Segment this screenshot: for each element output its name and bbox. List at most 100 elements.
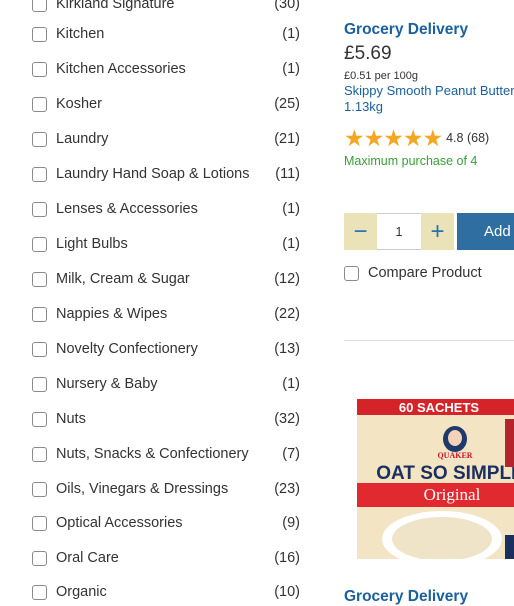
facet-label: Lenses & Accessories: [56, 201, 198, 217]
facet-label: Optical Accessories: [56, 515, 183, 531]
oat-so-simple-box-image: 60 SACHETS QUAKER OAT SO SIMPLE Original: [357, 399, 514, 559]
facet-checkbox[interactable]: [32, 96, 47, 112]
facet-label: Nuts, Snacks & Confectionery: [56, 446, 249, 462]
facet-item[interactable]: Nursery & Baby (1): [32, 372, 300, 396]
facet-count: (16): [274, 550, 300, 566]
facet-label: Light Bulbs: [56, 236, 128, 252]
star-rating-icon: ★★★★★: [344, 125, 443, 151]
facet-item[interactable]: Kitchen (1): [32, 22, 300, 46]
product-title-link[interactable]: Skippy Smooth Peanut Butter 1.13kg: [344, 83, 514, 115]
facet-label: Oral Care: [56, 550, 119, 566]
facet-item[interactable]: Optical Accessories (9): [32, 511, 300, 535]
facet-item[interactable]: Milk, Cream & Sugar (12): [32, 267, 300, 291]
facet-checkbox[interactable]: [32, 550, 47, 566]
facet-count: (21): [274, 131, 300, 147]
product-image[interactable]: 60 SACHETS QUAKER OAT SO SIMPLE Original: [357, 399, 514, 559]
facet-label: Kosher: [56, 96, 102, 112]
facet-count: (11): [275, 166, 300, 182]
facet-item[interactable]: Laundry Hand Soap & Lotions (11): [32, 162, 300, 186]
facet-count: (1): [282, 61, 300, 77]
compare-label: Compare Product: [368, 265, 482, 281]
facet-count: (1): [282, 201, 300, 217]
unit-price: £0.51 per 100g: [344, 70, 419, 82]
facet-checkbox[interactable]: [32, 61, 47, 77]
facet-count: (1): [282, 26, 300, 42]
max-purchase-note: Maximum purchase of 4: [344, 154, 478, 168]
facet-count: (1): [282, 376, 300, 392]
facet-label: Kitchen: [56, 26, 105, 42]
facet-checkbox[interactable]: [32, 26, 47, 42]
facet-item[interactable]: Kosher (25): [32, 92, 300, 116]
product-title-line: Skippy Smooth Peanut Butter: [344, 83, 514, 98]
product-title-line: 1.13kg: [344, 99, 384, 114]
facet-label: Laundry: [56, 131, 109, 147]
compare-product-toggle[interactable]: Compare Product: [344, 265, 482, 281]
facet-count: (7): [282, 446, 300, 462]
compare-checkbox[interactable]: [344, 265, 359, 281]
facet-checkbox[interactable]: [32, 341, 47, 357]
facet-item[interactable]: Light Bulbs (1): [32, 232, 300, 256]
facet-count: (12): [274, 271, 300, 287]
facet-count: (13): [274, 341, 300, 357]
product-card: Grocery Delivery £5.69 £0.51 per 100g Sk…: [344, 21, 514, 168]
card-divider: [344, 340, 514, 341]
facet-count: (1): [282, 236, 300, 252]
facet-count: (10): [274, 584, 300, 600]
facet-count: (25): [274, 96, 300, 112]
product-category-link[interactable]: Grocery Delivery: [344, 588, 468, 606]
facet-count: (9): [282, 515, 300, 531]
box-flavour-text: Original: [424, 485, 481, 504]
quantity-input[interactable]: 1: [377, 213, 421, 250]
facet-checkbox[interactable]: [32, 515, 47, 531]
box-name-text: OAT SO SIMPLE: [376, 463, 514, 484]
product-category-link[interactable]: Grocery Delivery: [344, 21, 514, 39]
facet-label: Nuts: [56, 411, 86, 427]
rating-text: 4.8 (68): [446, 131, 490, 145]
facet-item[interactable]: Nuts (32): [32, 407, 300, 431]
facet-label: Nappies & Wipes: [56, 306, 168, 322]
facet-item[interactable]: Nuts, Snacks & Confectionery (7): [32, 442, 300, 466]
category-facet-list: Kirkland Signature (30) Kitchen (1) Kitche…: [0, 0, 314, 600]
facet-item[interactable]: Nappies & Wipes (22): [32, 302, 300, 326]
product-price: £5.69: [344, 43, 392, 64]
facet-label: Organic: [56, 584, 107, 600]
facet-checkbox[interactable]: [32, 201, 47, 217]
facet-label: Kirkland Signature: [56, 0, 175, 12]
add-to-cart-button[interactable]: Add: [457, 213, 514, 250]
facet-item[interactable]: Novelty Confectionery (13): [32, 337, 300, 361]
facet-label: Oils, Vinegars & Dressings: [56, 481, 229, 497]
facet-item[interactable]: Kitchen Accessories (1): [32, 57, 300, 81]
facet-checkbox[interactable]: [32, 376, 47, 392]
facet-label: Milk, Cream & Sugar: [56, 271, 190, 287]
facet-item[interactable]: Lenses & Accessories (1): [32, 197, 300, 221]
facet-count: (23): [274, 481, 300, 497]
box-banner-text: 60 SACHETS: [399, 400, 480, 415]
facet-item[interactable]: Organic (10): [32, 580, 300, 604]
facet-checkbox[interactable]: [32, 236, 47, 252]
facet-checkbox[interactable]: [32, 306, 47, 322]
quantity-stepper: − 1 + Add: [344, 213, 514, 250]
increase-quantity-button[interactable]: +: [421, 213, 454, 250]
facet-checkbox[interactable]: [32, 131, 47, 147]
facet-label: Novelty Confectionery: [56, 341, 198, 357]
box-brand-text: QUAKER: [437, 451, 472, 460]
facet-checkbox[interactable]: [32, 411, 47, 427]
facet-item[interactable]: Laundry (21): [32, 127, 300, 151]
facet-count: (32): [274, 411, 300, 427]
facet-checkbox[interactable]: [32, 446, 47, 462]
facet-checkbox[interactable]: [32, 271, 47, 287]
facet-checkbox[interactable]: [32, 584, 47, 600]
facet-checkbox[interactable]: [32, 481, 47, 497]
decrease-quantity-button[interactable]: −: [344, 213, 377, 250]
facet-count: (22): [274, 306, 300, 322]
facet-item[interactable]: Oral Care (16): [32, 546, 300, 570]
facet-item[interactable]: Oils, Vinegars & Dressings (23): [32, 477, 300, 501]
facet-label: Nursery & Baby: [56, 376, 158, 392]
facet-checkbox[interactable]: [32, 0, 47, 12]
facet-label: Kitchen Accessories: [56, 61, 186, 77]
facet-label: Laundry Hand Soap & Lotions: [56, 166, 250, 182]
facet-checkbox[interactable]: [32, 166, 47, 182]
facet-item[interactable]: Kirkland Signature (30): [32, 0, 300, 16]
product-rating: ★★★★★ 4.8 (68): [344, 125, 514, 151]
facet-count: (30): [274, 0, 300, 12]
